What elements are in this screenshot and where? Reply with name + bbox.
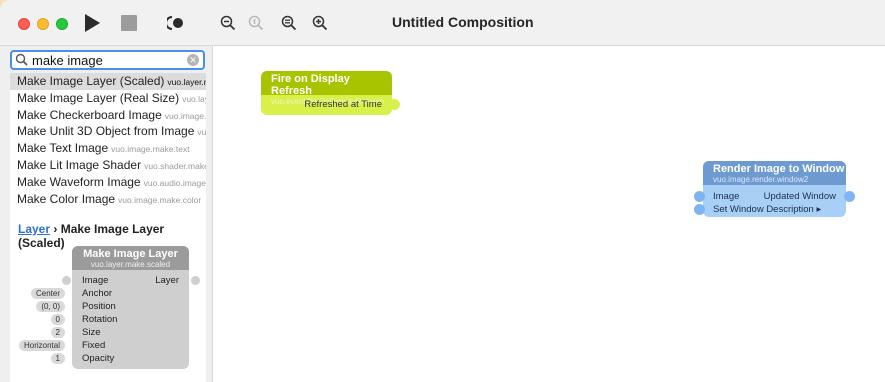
result-name: Make Image Layer (Scaled) — [17, 74, 165, 88]
result-name: Make Image Layer (Real Size) — [17, 90, 180, 105]
input-port-label: Image — [82, 275, 109, 286]
result-item-make-unlit-3d-object[interactable]: Make Unlit 3D Object from Imagevuo.scene… — [10, 123, 206, 140]
close-window-button[interactable] — [18, 18, 30, 30]
node-preview-title: Make Image Layer — [83, 248, 178, 260]
output-port-dot — [191, 276, 200, 285]
result-class: vuo.layer.make.scaled — [167, 77, 206, 87]
result-class: vuo.image.make.text — [111, 144, 190, 155]
node-preview-header: Make Image Layer vuo.layer.make.scaled — [72, 246, 189, 270]
result-name: Make Lit Image Shader — [17, 157, 142, 172]
breadcrumb-separator: › — [50, 222, 61, 236]
trigger-output-port[interactable] — [389, 99, 400, 110]
fire-on-display-refresh-node[interactable]: Fire on Display Refresh vuo.event.fireOn… — [261, 71, 400, 115]
result-item-make-checkerboard-image[interactable]: Make Checkerboard Imagevuo.image.make.ch… — [10, 107, 206, 124]
zoom-window-button[interactable] — [56, 18, 68, 30]
result-class: vuo.image.make.checkerboard — [164, 110, 206, 121]
clear-search-icon[interactable]: ✕ — [187, 54, 199, 66]
result-item-make-image-layer-scaled[interactable]: Make Image Layer (Scaled)vuo.layer.make.… — [10, 73, 206, 90]
input-port-label: Position — [82, 301, 116, 312]
result-item-make-image-layer-real-size[interactable]: Make Image Layer (Real Size)vuo.layer.ma… — [10, 90, 206, 107]
output-port-label: Updated Window — [763, 191, 836, 202]
output-port-label: Refreshed at Time — [304, 99, 382, 110]
window-title: Untitled Composition — [392, 14, 534, 30]
result-class: vuo.layer.make.realSize — [182, 93, 206, 104]
node-header: Render Image to Window vuo.image.render.… — [703, 161, 846, 185]
input-port-label: Image — [713, 191, 740, 202]
port-value-anchor: Center — [30, 288, 65, 299]
input-port-label: Anchor — [82, 288, 113, 299]
image-input-port[interactable] — [694, 191, 705, 202]
search-icon — [15, 53, 28, 66]
app-window: Untitled Composition ✕ Make Image Layer … — [0, 0, 885, 382]
breadcrumb-category-link[interactable]: Layer — [18, 222, 50, 236]
zoom-out-icon — [220, 15, 236, 31]
result-class: vuo.scene.make.image.unlit — [197, 127, 206, 138]
input-port-label: Opacity — [82, 353, 115, 364]
result-item-make-text-image[interactable]: Make Text Image vuo.image.make.text — [10, 140, 206, 157]
play-icon — [85, 14, 100, 32]
result-name: Make Checkerboard Image — [17, 107, 162, 122]
result-class: vuo.audio.image.waveform — [143, 177, 206, 188]
stop-icon — [121, 15, 137, 31]
input-port-label: Set Window Description ▸ — [713, 204, 822, 215]
input-port-label: Rotation — [82, 314, 118, 325]
port-value-position: (0, 0) — [36, 301, 65, 312]
result-item-make-color-image[interactable]: Make Color Image vuo.image.make.color — [10, 191, 206, 208]
node-search-field[interactable]: ✕ — [10, 50, 205, 70]
node-class: vuo.image.render.window2 — [713, 175, 809, 184]
result-name: Make Color Image — [17, 191, 116, 206]
input-port-dot — [62, 276, 71, 285]
node-header: Fire on Display Refresh vuo.event.fireOn… — [261, 71, 392, 106]
node-preview[interactable]: Make Image Layer vuo.layer.make.scaled I… — [72, 246, 189, 369]
zoom-to-fit-button[interactable] — [277, 12, 301, 34]
result-name: Make Text Image — [17, 141, 109, 156]
port-value-rotation: 0 — [50, 314, 65, 325]
port-value-fixed: Horizontal — [18, 340, 65, 351]
node-preview-class: vuo.layer.make.scaled — [90, 260, 171, 269]
event-flow-icon — [167, 16, 183, 30]
output-port-label: Layer — [155, 275, 179, 286]
search-input[interactable] — [32, 52, 182, 68]
run-button[interactable] — [80, 12, 104, 34]
show-events-button[interactable] — [164, 12, 188, 34]
zoom-to-fit-icon — [281, 15, 297, 31]
title-bar: Untitled Composition — [0, 0, 885, 46]
render-image-to-window-node[interactable]: Render Image to Window vuo.image.render.… — [694, 161, 855, 217]
zoom-out-button[interactable] — [216, 12, 240, 34]
input-port-label: Fixed — [82, 340, 106, 351]
stop-button[interactable] — [117, 12, 141, 34]
zoom-in-button[interactable] — [308, 12, 332, 34]
result-class: vuo.image.make.color — [118, 194, 202, 205]
result-item-make-waveform-image[interactable]: Make Waveform Imagevuo.audio.image.wavef… — [10, 174, 206, 191]
actual-size-button[interactable] — [244, 12, 268, 34]
node-title: Fire on Display Refresh — [271, 73, 350, 97]
node-documentation-panel: Layer › Make Image Layer (Scaled) Make I… — [10, 216, 206, 382]
node-title: Render Image to Window — [713, 163, 845, 175]
result-name: Make Unlit 3D Object from Image — [17, 124, 195, 139]
zoom-actual-size-icon — [248, 15, 264, 31]
minimize-window-button[interactable] — [37, 18, 49, 30]
port-value-size: 2 — [50, 327, 65, 338]
result-class: vuo.shader.make.image — [144, 160, 206, 171]
input-port-label: Size — [82, 327, 101, 338]
result-name: Make Waveform Image — [17, 174, 141, 189]
result-item-make-lit-image-shader[interactable]: Make Lit Image Shadervuo.shader.make.ima… — [10, 157, 206, 174]
node-library-panel: ✕ Make Image Layer (Scaled)vuo.layer.mak… — [0, 46, 213, 382]
window-output-port[interactable] — [844, 191, 855, 202]
description-input-port[interactable] — [694, 204, 705, 215]
zoom-in-icon — [312, 15, 328, 31]
port-value-opacity: 1 — [50, 353, 65, 364]
